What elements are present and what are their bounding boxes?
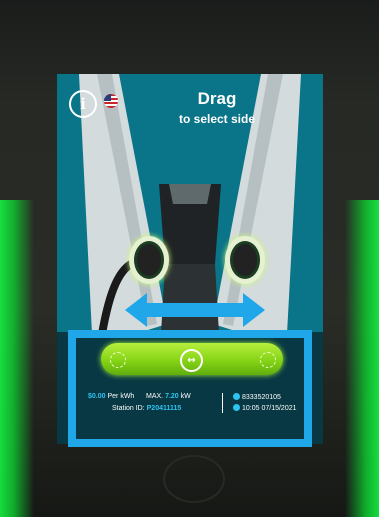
- max-value: 7.20: [165, 393, 179, 400]
- info-icon[interactable]: i: [69, 90, 97, 118]
- double-arrow-icon: [125, 293, 265, 327]
- left-port-icon: [129, 236, 169, 284]
- left-led-strip: [0, 200, 34, 517]
- right-slot-icon[interactable]: [260, 352, 276, 368]
- side-select-slider[interactable]: ↔: [101, 343, 283, 375]
- brand-logo: [163, 455, 225, 503]
- page-title: Drag: [197, 89, 237, 108]
- datetime-value: 10:05 07/15/2021: [242, 405, 297, 412]
- phone-icon: [233, 393, 240, 400]
- right-port-icon: [225, 236, 265, 284]
- info-divider: [222, 393, 223, 413]
- station-id-label: Station ID:: [112, 405, 145, 412]
- left-slot-icon[interactable]: [110, 352, 126, 368]
- station-id-line: Station ID: P20411115: [112, 405, 181, 412]
- max-label: MAX.: [146, 393, 164, 400]
- us-flag-icon[interactable]: [104, 94, 118, 108]
- station-id-value: P20411115: [146, 405, 182, 412]
- datetime-line: 10:05 07/15/2021: [233, 404, 297, 412]
- max-unit: kW: [180, 393, 191, 400]
- max-power-line: MAX. 7.20 kW: [146, 393, 191, 400]
- station-info: $0.00 Per kWh MAX. 7.20 kW Station ID: P…: [88, 393, 303, 423]
- right-led-strip: [345, 200, 379, 517]
- page-subtitle: to select side: [178, 112, 256, 126]
- clock-icon: [233, 404, 240, 411]
- slider-knob-icon[interactable]: ↔: [180, 349, 203, 372]
- price-unit: Per kWh: [107, 393, 135, 400]
- phone-number: 8333520105: [242, 394, 281, 401]
- price-value: $0.00: [88, 393, 106, 400]
- price-line: $0.00 Per kWh: [88, 393, 134, 400]
- phone-line: 8333520105: [233, 393, 281, 401]
